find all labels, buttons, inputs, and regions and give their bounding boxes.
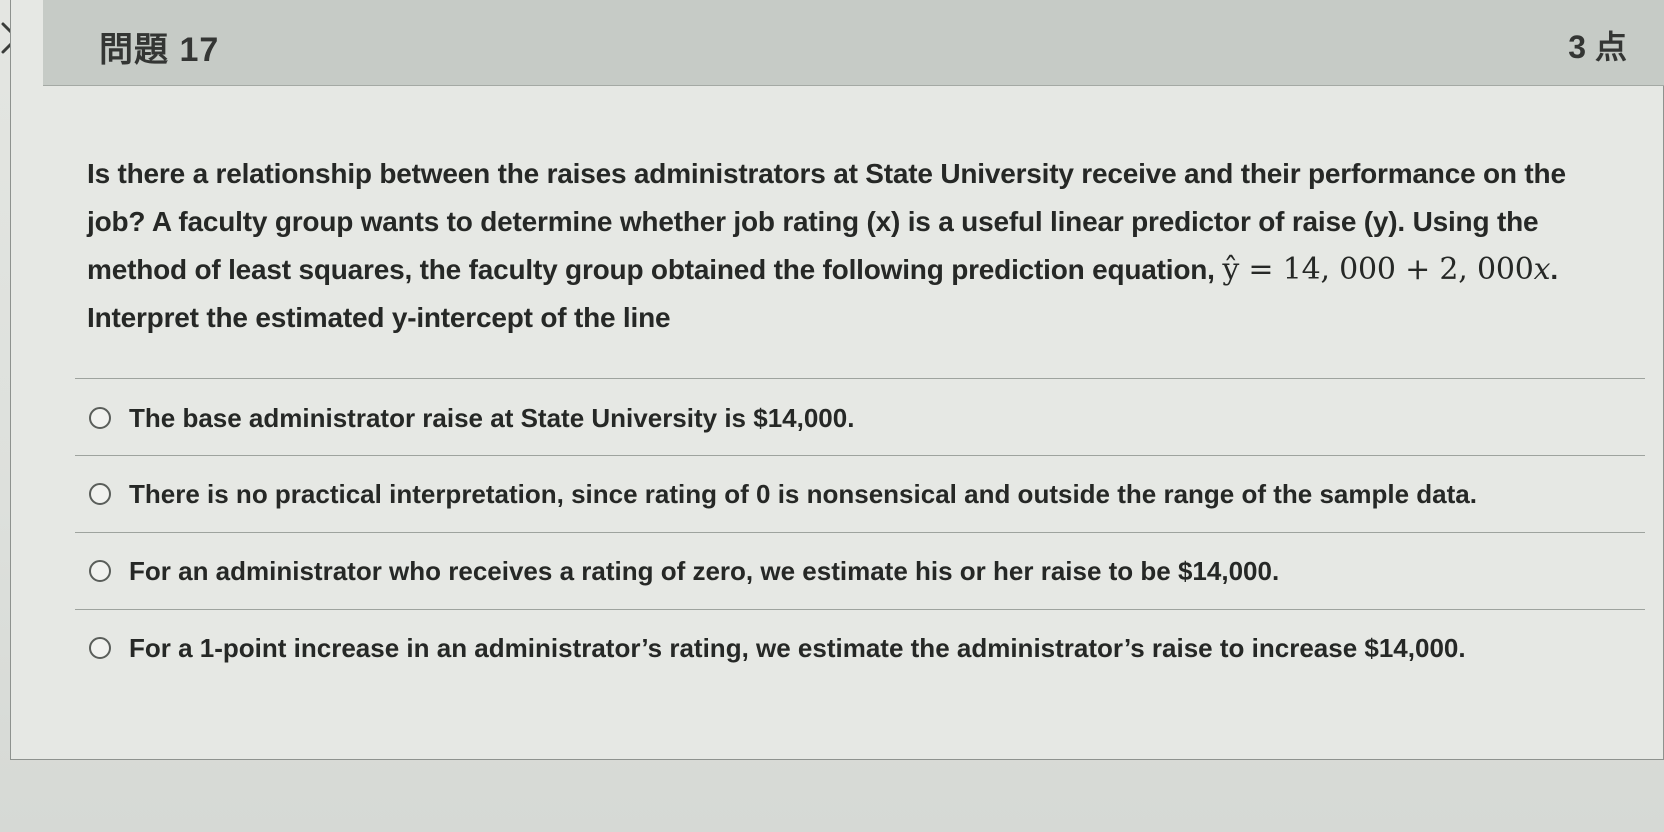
answer-option-label: There is no practical interpretation, si… — [129, 478, 1477, 509]
radio-button[interactable] — [89, 483, 111, 505]
prediction-equation: ŷ = 14, 000 + 2, 000x — [1222, 252, 1550, 287]
equation-variable: x — [1533, 252, 1551, 287]
answer-option[interactable]: For a 1-point increase in an administrat… — [89, 628, 1629, 668]
divider — [75, 609, 1645, 610]
radio-button[interactable] — [89, 637, 111, 659]
divider — [75, 378, 1645, 379]
question-title: 問題 17 — [99, 31, 220, 69]
answer-option[interactable]: For an administrator who receives a rati… — [89, 551, 1629, 591]
answer-option-label: For an administrator who receives a rati… — [129, 555, 1280, 586]
answer-option[interactable]: There is no practical interpretation, si… — [89, 474, 1629, 514]
question-header — [43, 0, 1664, 86]
question-prompt: Is there a relationship between the rais… — [87, 150, 1607, 342]
equation-body: = 14, 000 + 2, 000 — [1239, 252, 1534, 287]
question-card: 問題 17 3 点 Is there a relationship betwee… — [10, 0, 1664, 760]
divider — [75, 532, 1645, 533]
radio-button[interactable] — [89, 407, 111, 429]
radio-button[interactable] — [89, 560, 111, 582]
answer-option-label: The base administrator raise at State Un… — [129, 402, 855, 433]
quiz-page: 問題 17 3 点 Is there a relationship betwee… — [0, 0, 1664, 832]
answer-option[interactable]: The base administrator raise at State Un… — [89, 398, 1629, 438]
question-points: 3 点 — [1568, 29, 1627, 65]
equation-yhat: ŷ — [1222, 252, 1240, 287]
divider — [75, 455, 1645, 456]
answer-option-label: For a 1-point increase in an administrat… — [129, 632, 1466, 663]
